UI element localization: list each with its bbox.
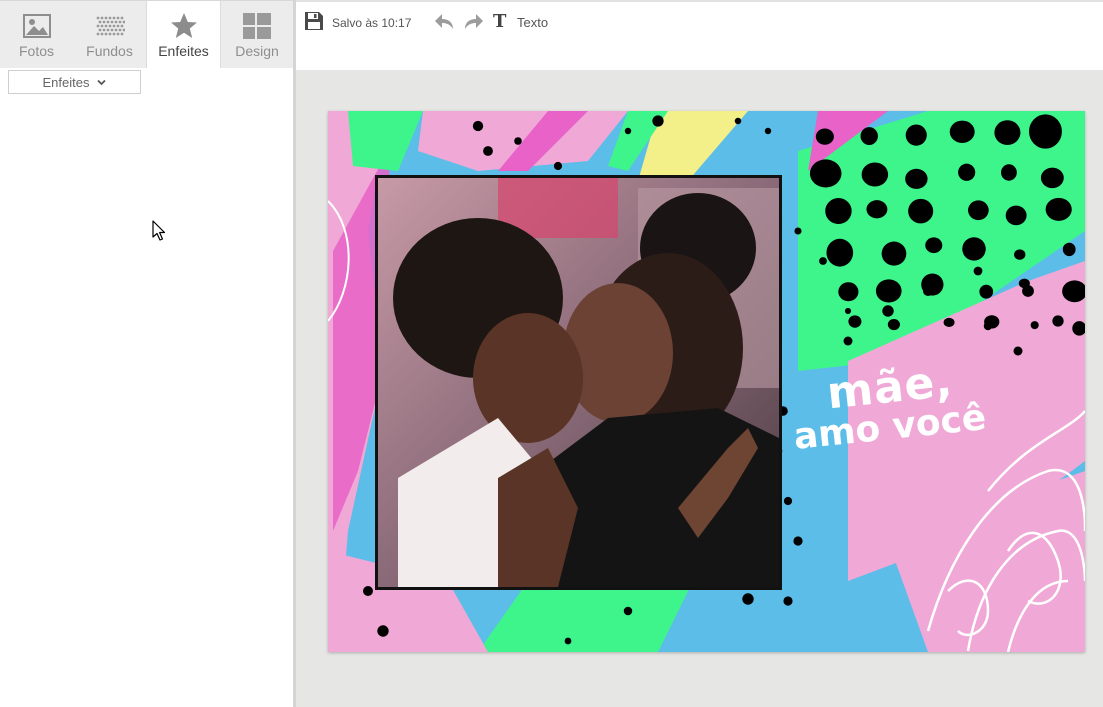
dot	[764, 127, 772, 135]
dot	[1001, 164, 1017, 181]
dot	[968, 200, 989, 221]
dot	[783, 496, 793, 506]
dot	[1013, 346, 1023, 356]
dot	[1030, 321, 1039, 330]
dot	[925, 237, 943, 254]
tab-fundos[interactable]: Fundos	[73, 1, 146, 68]
star-icon	[170, 9, 198, 43]
image-icon	[22, 9, 51, 43]
dot	[819, 257, 827, 265]
photo-placeholder[interactable]	[375, 175, 782, 590]
dot	[979, 284, 994, 299]
dot	[1005, 205, 1027, 226]
dot	[908, 198, 934, 224]
sidebar-tabs: Fotos Fundos Enfeites Design	[0, 0, 293, 69]
dot	[783, 596, 793, 606]
pattern-icon	[95, 9, 125, 43]
text-icon[interactable]: T	[493, 11, 506, 32]
tab-label: Enfeites	[158, 43, 209, 59]
dot	[793, 536, 803, 546]
dot	[377, 625, 389, 637]
dot	[483, 146, 493, 156]
dot	[882, 305, 894, 317]
dot	[881, 241, 907, 266]
dot	[1040, 167, 1064, 189]
dot	[1062, 280, 1085, 303]
mother-daughter-photo	[378, 178, 779, 587]
dot	[514, 137, 522, 145]
mouse-pointer-icon	[152, 220, 166, 247]
tab-label: Design	[235, 43, 279, 59]
dot	[794, 227, 802, 235]
dot	[962, 237, 986, 261]
dot	[1022, 285, 1034, 297]
save-icon[interactable]	[304, 11, 324, 36]
sidebar-panel: Enfeites	[0, 68, 293, 707]
card-headline[interactable]: mãe, amo você	[790, 356, 990, 458]
dot	[973, 266, 983, 276]
dot	[887, 319, 900, 331]
tab-fotos[interactable]: Fotos	[0, 1, 73, 68]
dot	[1029, 114, 1062, 149]
undo-icon[interactable]	[434, 12, 456, 37]
text-button[interactable]: Texto	[517, 15, 548, 30]
dot	[848, 315, 862, 328]
dot	[861, 162, 889, 187]
dot	[875, 279, 902, 303]
dot	[860, 127, 878, 145]
redo-icon[interactable]	[462, 12, 484, 37]
dot	[624, 127, 632, 135]
chevron-down-icon	[97, 79, 107, 86]
dot	[905, 124, 927, 146]
dot	[826, 238, 854, 267]
dot	[363, 586, 373, 596]
dot	[1062, 242, 1076, 257]
greeting-card[interactable]: mãe, amo você	[328, 111, 1085, 652]
dot	[734, 117, 742, 125]
tab-enfeites[interactable]: Enfeites	[146, 1, 221, 69]
tab-label: Fundos	[86, 43, 133, 59]
dot	[809, 159, 842, 188]
dot	[844, 307, 852, 315]
dot	[825, 198, 852, 224]
editor-toolbar: Salvo às 10:17 T Texto	[296, 0, 1103, 70]
dot	[838, 282, 859, 302]
dot	[994, 120, 1021, 145]
save-status: Salvo às 10:17	[332, 16, 412, 30]
dot	[553, 161, 563, 171]
dot	[958, 163, 976, 181]
dot	[1045, 197, 1072, 221]
dropdown-value: Enfeites	[42, 74, 90, 90]
dot	[623, 606, 633, 616]
dot	[943, 317, 955, 328]
dot	[815, 128, 834, 145]
dot	[652, 115, 664, 127]
layout-icon	[243, 9, 271, 43]
dot	[905, 168, 928, 189]
dot	[564, 637, 572, 645]
canvas-workspace: mãe, amo você	[296, 70, 1103, 707]
category-dropdown[interactable]: Enfeites	[8, 70, 141, 94]
dot	[866, 200, 888, 219]
dot	[1014, 249, 1026, 260]
dot	[742, 593, 754, 605]
dot	[1072, 321, 1085, 336]
dot	[922, 285, 934, 297]
tab-design[interactable]: Design	[221, 1, 293, 68]
dot	[472, 120, 484, 132]
dot	[983, 321, 993, 331]
dot	[1052, 315, 1064, 327]
tab-label: Fotos	[18, 43, 54, 59]
dot	[949, 120, 975, 143]
dot	[843, 336, 853, 346]
